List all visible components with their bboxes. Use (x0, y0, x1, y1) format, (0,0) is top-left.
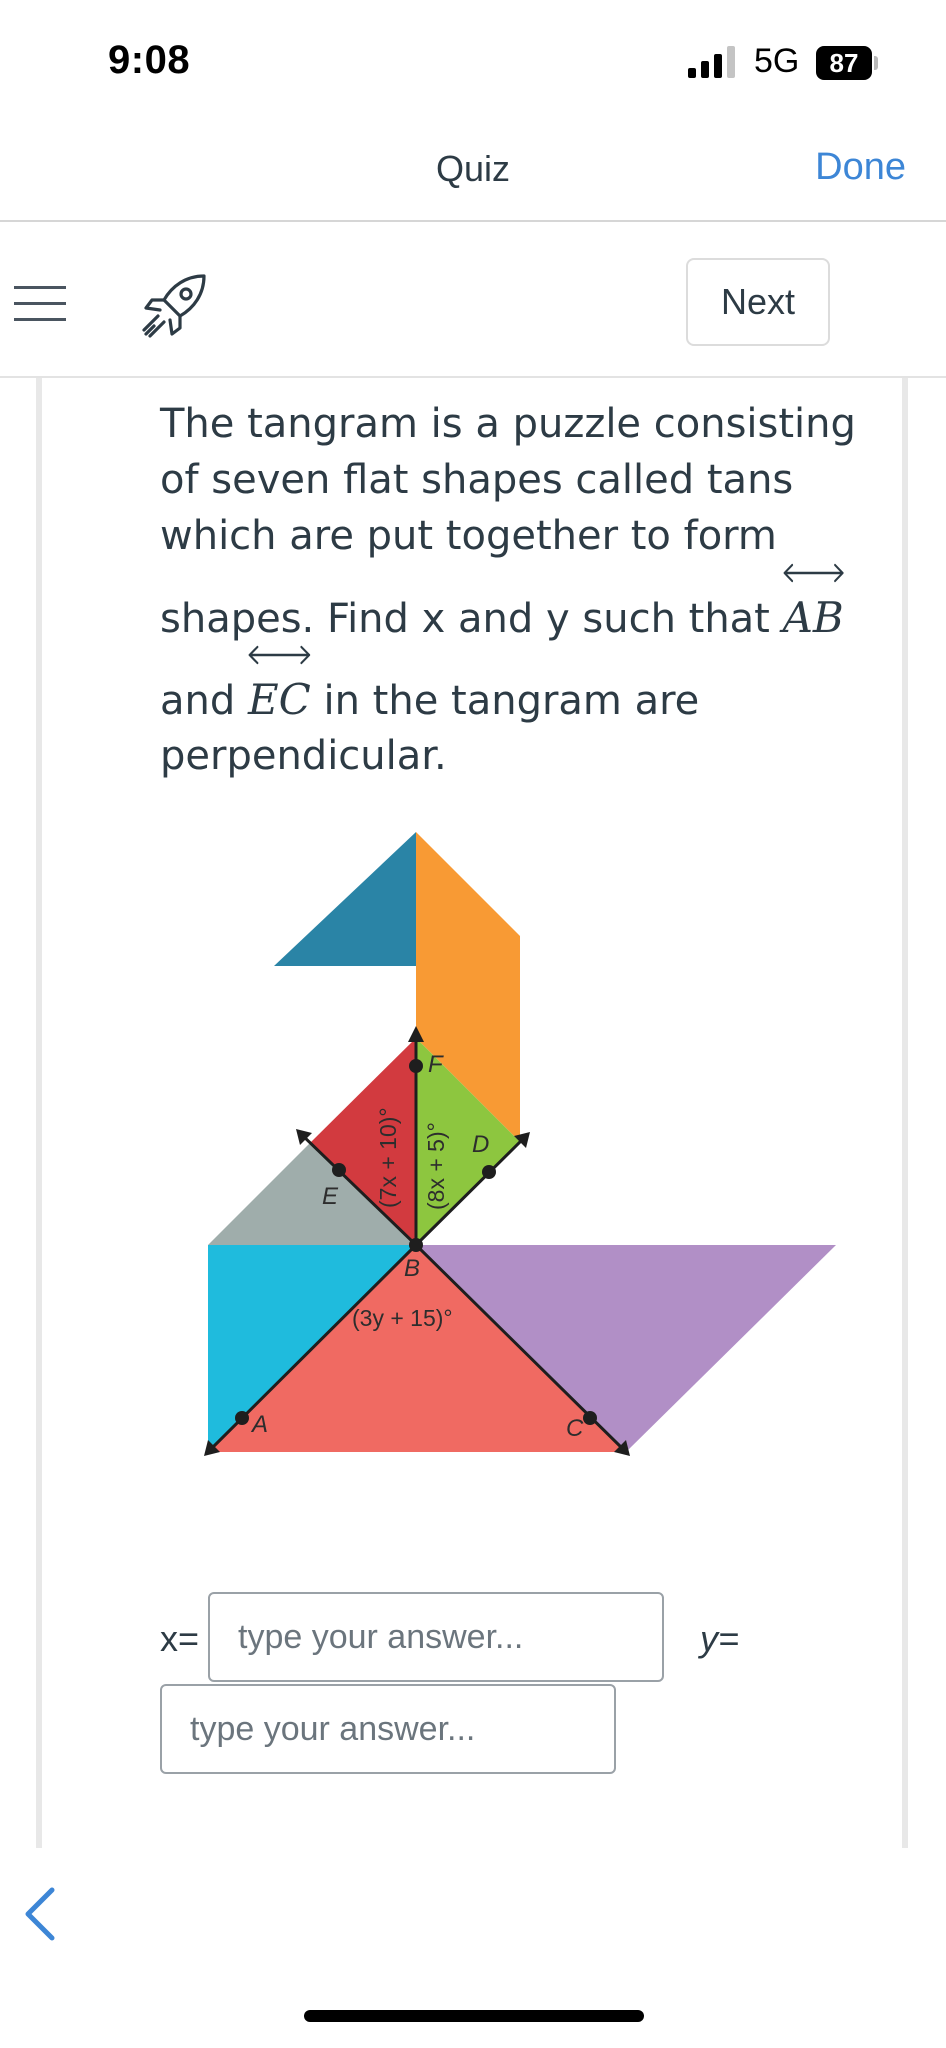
label-e: E (322, 1183, 339, 1210)
question-line-2: of seven flat shapes called tans (160, 457, 794, 503)
line-ab-label: AB (782, 593, 844, 642)
page-title: Quiz (435, 148, 511, 189)
point-d (482, 1165, 496, 1179)
point-c (583, 1411, 597, 1425)
tan-dark-blue (274, 832, 416, 966)
point-a (235, 1411, 249, 1425)
line-ec-label: EC (247, 675, 311, 724)
battery-level: 87 (816, 46, 872, 80)
tangram-diagram: A B C D E F (7x + 10)° (8x + 5)° (3y + 1… (204, 832, 836, 1456)
angle-label-bottom: (3y + 15)° (352, 1305, 453, 1331)
line-ec: EC (247, 645, 311, 728)
x-label: x= (160, 1618, 200, 1659)
label-d: D (472, 1131, 489, 1158)
signal-icon (688, 46, 735, 78)
status-time: 9:08 (108, 38, 191, 82)
x-answer-input[interactable]: type your answer... (208, 1592, 664, 1682)
chevron-left-icon[interactable] (20, 1884, 60, 1944)
label-f: F (428, 1051, 444, 1078)
point-e (332, 1163, 346, 1177)
nav-bar: Quiz Done (0, 130, 946, 222)
label-c: C (566, 1415, 584, 1442)
y-answer-input[interactable]: type your answer... (160, 1684, 616, 1774)
question-line-4-text: shapes. Find x and y such that (160, 596, 783, 642)
double-arrow-icon (783, 563, 844, 583)
question-line-5: and EC in the tangram are (160, 645, 860, 728)
network-type: 5G (754, 42, 800, 80)
y-label: y= (700, 1618, 740, 1659)
question-line-5-rest: in the tangram are (310, 678, 700, 724)
angle-label-green: (8x + 5)° (423, 1122, 449, 1210)
question-line-5-text: and (160, 678, 248, 724)
battery-tip (874, 56, 878, 70)
question-line-6: perpendicular. (160, 733, 447, 779)
question-line-4: shapes. Find x and y such that AB (160, 563, 860, 646)
battery-icon: 87 (816, 46, 878, 80)
point-f (409, 1059, 423, 1073)
hamburger-menu-icon[interactable] (14, 286, 66, 322)
done-button[interactable]: Done (815, 146, 906, 189)
question-line-3: which are put together to form (160, 513, 777, 559)
double-arrow-icon (248, 645, 311, 665)
point-b (409, 1238, 423, 1252)
label-a: A (250, 1411, 268, 1438)
status-bar: 9:08 5G 87 (0, 0, 946, 130)
label-b: B (404, 1255, 420, 1282)
question-text: The tangram is a puzzle consisting of se… (160, 396, 860, 784)
angle-label-red: (7x + 10)° (375, 1107, 401, 1208)
next-button[interactable]: Next (686, 258, 830, 346)
line-ab: AB (782, 563, 844, 646)
question-line-1: The tangram is a puzzle consisting (160, 401, 856, 447)
home-indicator[interactable] (304, 2010, 644, 2022)
rocket-icon[interactable] (138, 270, 210, 342)
quiz-toolbar: Next (0, 222, 946, 378)
